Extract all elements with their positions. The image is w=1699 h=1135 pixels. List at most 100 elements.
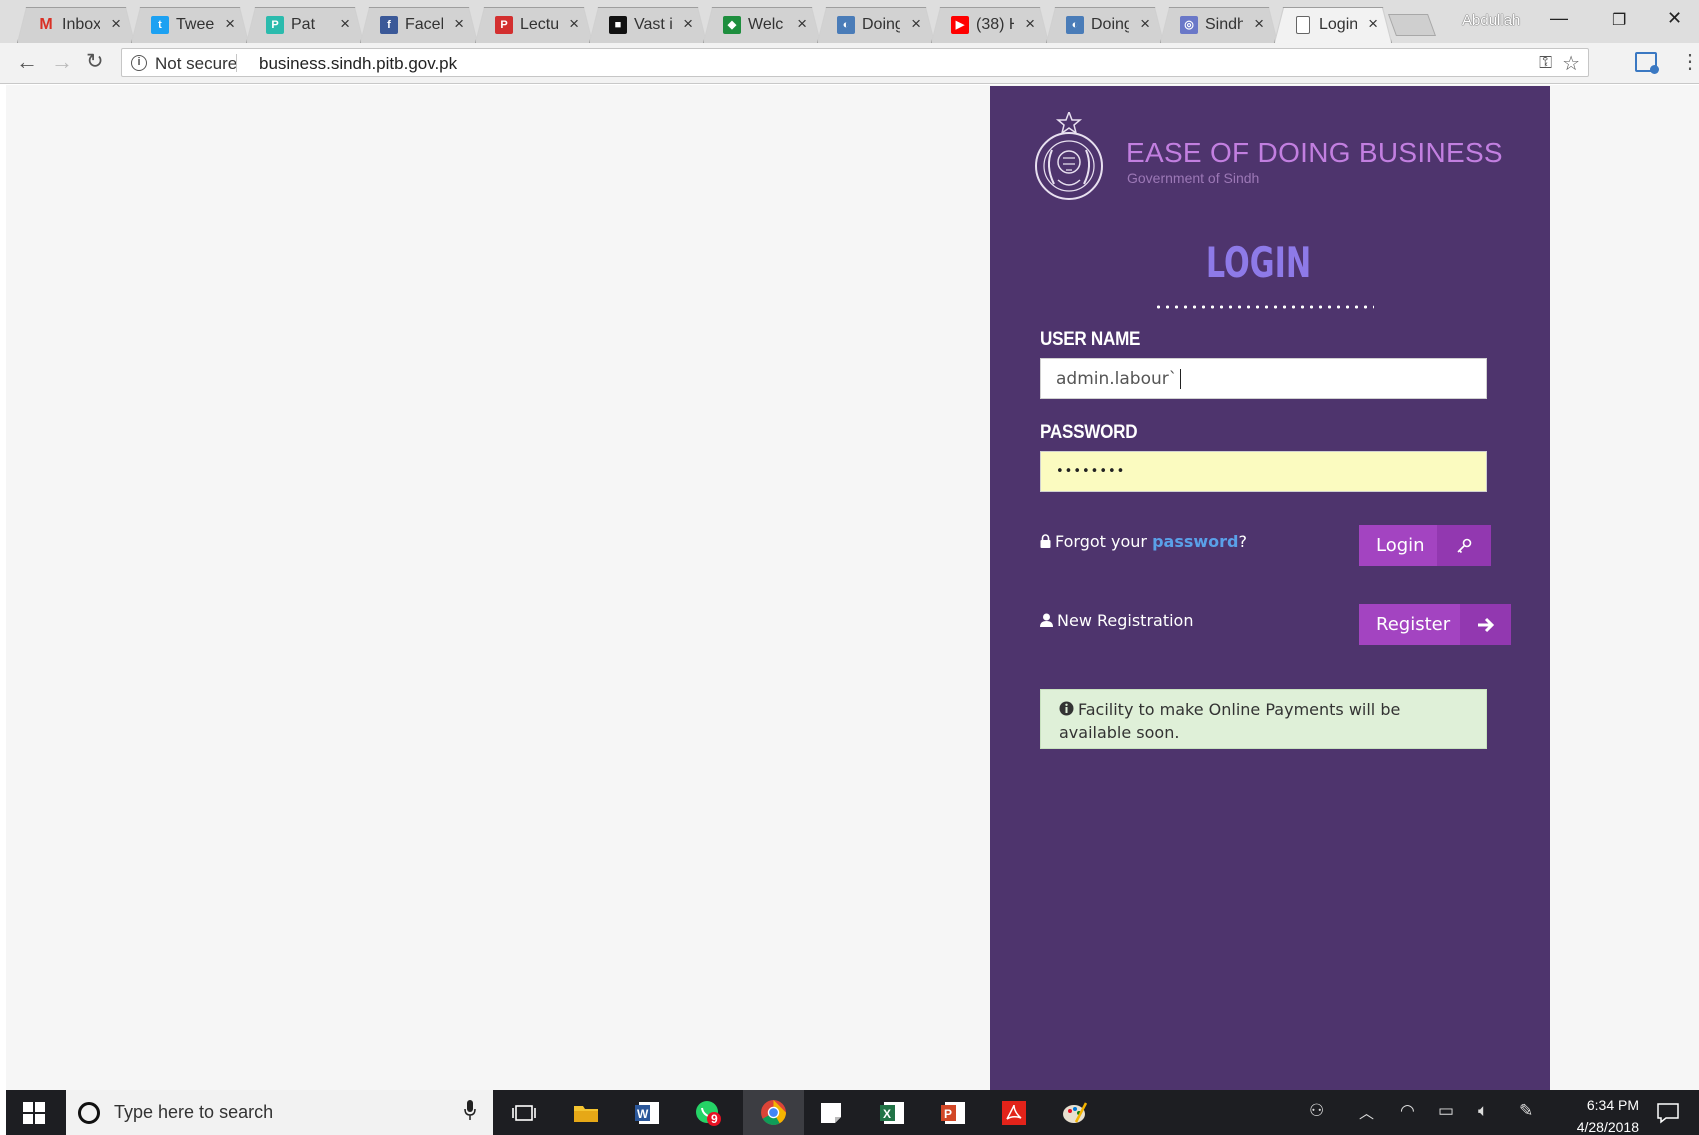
- tab-close-icon[interactable]: ×: [1368, 14, 1378, 34]
- lock-icon: [1040, 534, 1051, 548]
- tab-title: Faceb: [405, 16, 443, 33]
- username-value: admin.labour`: [1056, 369, 1178, 389]
- action-center-icon[interactable]: [1656, 1101, 1680, 1125]
- tab-close-icon[interactable]: ×: [111, 14, 121, 34]
- tab-title: Login: [1319, 16, 1357, 33]
- tab[interactable]: ◐ Doing ×: [1046, 7, 1164, 43]
- facebook-icon: f: [380, 16, 398, 34]
- address-bar[interactable]: i Not secure business.sindh.pitb.gov.pk …: [121, 48, 1589, 77]
- cortana-icon[interactable]: [78, 1102, 100, 1124]
- username-input[interactable]: admin.labour`: [1040, 358, 1487, 399]
- twitter-icon: t: [151, 16, 169, 34]
- svg-text:W: W: [637, 1107, 649, 1121]
- tab-close-icon[interactable]: ×: [1140, 14, 1150, 34]
- tab-close-icon[interactable]: ×: [683, 14, 693, 34]
- tab[interactable]: ◆ Welc ×: [703, 7, 821, 43]
- bookmark-star-icon[interactable]: ☆: [1562, 51, 1580, 76]
- key-icon[interactable]: ⚿: [1539, 53, 1552, 73]
- sindh-icon: ◎: [1180, 16, 1198, 34]
- login-panel: EASE OF DOING BUSINESS Government of Sin…: [990, 86, 1550, 1090]
- sticky-notes-icon[interactable]: [818, 1100, 844, 1126]
- reload-icon[interactable]: ↻: [86, 49, 104, 74]
- forward-icon[interactable]: →: [51, 49, 73, 75]
- wifi-icon[interactable]: ◠: [1400, 1101, 1415, 1121]
- svg-text:P: P: [944, 1107, 952, 1121]
- tab[interactable]: ◐ Doing ×: [817, 7, 935, 43]
- task-view-icon[interactable]: [511, 1100, 537, 1126]
- notice-text: Facility to make Online Payments will be…: [1059, 700, 1401, 742]
- tab[interactable]: Login ×: [1274, 7, 1392, 43]
- forgot-suffix: ?: [1238, 532, 1248, 551]
- tab-close-icon[interactable]: ×: [454, 14, 464, 34]
- username-label: USER NAME: [1040, 329, 1141, 350]
- page-icon: [1296, 16, 1310, 34]
- clock-time: 6:34 PM: [1586, 1097, 1639, 1113]
- volume-icon[interactable]: 🔈︎: [1478, 1101, 1488, 1121]
- password-value: ••••••••: [1056, 464, 1126, 479]
- globe-icon: ◐: [837, 16, 855, 34]
- restore-icon[interactable]: ❐: [1612, 10, 1626, 30]
- tab-title: Doing: [862, 16, 900, 33]
- taskbar: Type here to search W 9 X P ⚇ ︿ ◠ ▭ 🔈︎ ✎…: [6, 1090, 1699, 1135]
- word-icon[interactable]: W: [634, 1100, 660, 1126]
- tab[interactable]: P Lectu ×: [475, 7, 593, 43]
- tab[interactable]: ■ Vast i ×: [589, 7, 707, 43]
- login-button[interactable]: Login: [1359, 525, 1491, 566]
- password-label: PASSWORD: [1040, 422, 1138, 443]
- youtube-icon: ▶: [951, 16, 969, 34]
- battery-icon[interactable]: ▭: [1438, 1101, 1454, 1121]
- tab[interactable]: t Tweet ×: [131, 7, 249, 43]
- tab[interactable]: ▶ (38) H ×: [931, 7, 1049, 43]
- acrobat-icon[interactable]: [1001, 1100, 1027, 1126]
- people-icon[interactable]: ⚇: [1309, 1101, 1324, 1121]
- tab-title: Welc: [748, 16, 784, 33]
- minimize-icon[interactable]: —: [1550, 8, 1568, 29]
- excel-icon[interactable]: X: [879, 1100, 905, 1126]
- whatsapp-badge: 9: [711, 1112, 718, 1126]
- tab-close-icon[interactable]: ×: [225, 14, 235, 34]
- menu-icon[interactable]: ⋮: [1680, 49, 1699, 74]
- tab-close-icon[interactable]: ×: [797, 14, 807, 34]
- tab[interactable]: M Inbox ×: [17, 7, 135, 43]
- lecture-icon: P: [495, 16, 513, 34]
- security-label[interactable]: Not secure: [155, 54, 237, 74]
- tab-close-icon[interactable]: ×: [1025, 14, 1035, 34]
- paint-icon[interactable]: [1062, 1100, 1088, 1126]
- chevron-up-icon[interactable]: ︿: [1359, 1102, 1374, 1123]
- tab-close-icon[interactable]: ×: [569, 14, 579, 34]
- tab[interactable]: f Faceb ×: [360, 7, 478, 43]
- tab-close-icon[interactable]: ×: [911, 14, 921, 34]
- tab-title: Lectu: [520, 16, 558, 33]
- search-placeholder: Type here to search: [114, 1102, 274, 1122]
- tab[interactable]: ◎ Sindh ×: [1160, 7, 1278, 43]
- profile-button[interactable]: Abdullah: [1462, 12, 1520, 29]
- windows-start-icon[interactable]: [23, 1102, 45, 1124]
- chrome-icon[interactable]: [760, 1099, 787, 1126]
- microphone-icon[interactable]: [464, 1099, 476, 1121]
- info-icon[interactable]: i: [131, 55, 147, 71]
- close-window-icon[interactable]: ✕: [1667, 8, 1682, 29]
- clock[interactable]: 6:34 PM 4/28/2018: [1577, 1094, 1639, 1135]
- back-icon[interactable]: ←: [16, 49, 38, 75]
- tab-close-icon[interactable]: ×: [1254, 14, 1264, 34]
- omnibox-separator: [236, 54, 237, 72]
- pen-icon[interactable]: ✎: [1519, 1101, 1533, 1121]
- register-button-label: Register: [1376, 614, 1451, 635]
- taskbar-search[interactable]: Type here to search: [66, 1090, 493, 1135]
- forgot-password-link[interactable]: password: [1152, 532, 1238, 551]
- arrow-right-icon: [1460, 604, 1511, 645]
- powerpoint-icon[interactable]: P: [940, 1100, 966, 1126]
- new-tab-button[interactable]: [1387, 14, 1437, 36]
- password-input[interactable]: ••••••••: [1040, 451, 1487, 492]
- login-heading: LOGIN: [1205, 238, 1312, 287]
- file-explorer-icon[interactable]: [573, 1100, 599, 1126]
- tab[interactable]: P Pat ×: [246, 7, 364, 43]
- globe-icon: ◐: [1066, 16, 1084, 34]
- tab-close-icon[interactable]: ×: [340, 14, 350, 34]
- chrome-taskbar-active[interactable]: [743, 1090, 804, 1135]
- register-button[interactable]: Register: [1359, 604, 1511, 645]
- user-icon: [1040, 613, 1053, 627]
- url-text[interactable]: business.sindh.pitb.gov.pk: [259, 54, 457, 74]
- gmail-icon: M: [39, 16, 53, 33]
- extension-icon[interactable]: [1635, 52, 1659, 74]
